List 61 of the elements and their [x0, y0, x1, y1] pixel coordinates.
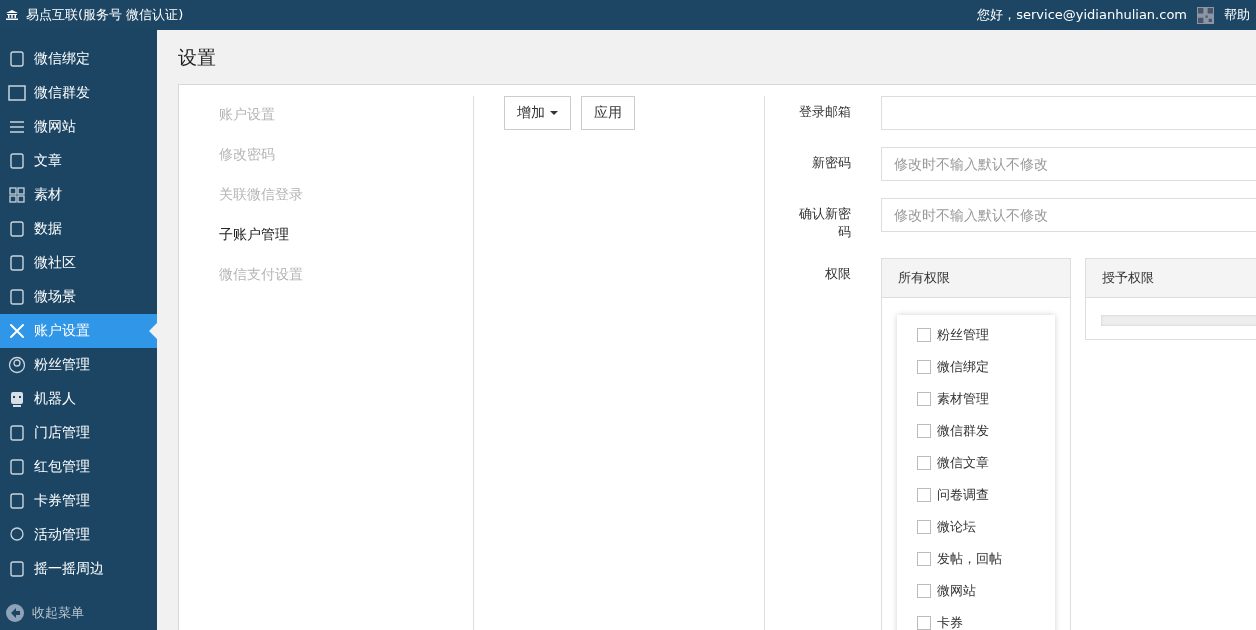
settings-nav-item[interactable]: 子账户管理 [219, 216, 473, 256]
field-label: 新密码 [811, 154, 851, 172]
checkbox[interactable] [917, 488, 931, 502]
caret-icon [550, 111, 558, 115]
sidebar-item[interactable]: 微社区 [0, 246, 157, 280]
checkbox[interactable] [917, 616, 931, 630]
collapse-menu-button[interactable]: 收起菜单 [0, 596, 157, 630]
user-circle-icon [8, 356, 26, 374]
permission-option[interactable]: 微信绑定 [917, 351, 1035, 383]
greeting-text: 您好，service@yidianhulian.com [977, 6, 1187, 24]
qr-code-icon[interactable] [1197, 6, 1214, 24]
checkbox[interactable] [917, 392, 931, 406]
permission-option[interactable]: 微信群发 [917, 415, 1035, 447]
permission-option[interactable]: 微论坛 [917, 511, 1035, 543]
permission-option[interactable]: 素材管理 [917, 383, 1035, 415]
help-link[interactable]: 帮助 [1224, 6, 1250, 24]
building-icon [6, 10, 18, 20]
pointer-icon [149, 323, 157, 339]
permission-option[interactable]: 粉丝管理 [917, 319, 1035, 351]
field-label: 权限 [824, 265, 851, 283]
robot-icon [8, 390, 26, 408]
checkbox[interactable] [917, 584, 931, 598]
sidebar-item[interactable]: 数据 [0, 212, 157, 246]
permission-option[interactable]: 卡券 [917, 607, 1035, 630]
checkbox[interactable] [917, 360, 931, 374]
checkbox[interactable] [917, 552, 931, 566]
sidebar-item[interactable]: 微信绑定 [0, 42, 157, 76]
input-field[interactable]: 修改时不输入默认不修改 [881, 198, 1256, 232]
grid-icon [8, 186, 26, 204]
add-dropdown-button[interactable]: 增加 [504, 96, 571, 130]
sidebar-item[interactable]: 微信群发 [0, 76, 157, 110]
checkbox[interactable] [917, 520, 931, 534]
sidebar-item[interactable]: 摇一摇周边 [0, 552, 157, 586]
field-label: 确认新密码 [798, 205, 851, 241]
sidebar-item[interactable]: 微网站 [0, 110, 157, 144]
permission-option[interactable]: 发帖，回帖 [917, 543, 1035, 575]
apply-button[interactable]: 应用 [581, 96, 635, 130]
checkbox[interactable] [917, 456, 931, 470]
account-name: 易点互联(服务号 微信认证) [26, 6, 184, 24]
input-field[interactable] [881, 96, 1256, 130]
sidebar-item[interactable]: 卡券管理 [0, 484, 157, 518]
checkbox[interactable] [917, 328, 931, 342]
permission-option[interactable]: 问卷调查 [917, 479, 1035, 511]
sidebar-item[interactable]: 素材 [0, 178, 157, 212]
panel-header: 所有权限 [882, 259, 1070, 298]
sidebar-item[interactable]: 微场景 [0, 280, 157, 314]
square-icon [8, 84, 26, 102]
page-title: 设置 [178, 45, 217, 70]
sidebar-item[interactable]: 粉丝管理 [0, 348, 157, 382]
permission-option[interactable]: 微信文章 [917, 447, 1035, 479]
panel-header: 授予权限 [1086, 259, 1256, 298]
field-label: 登录邮箱 [798, 103, 851, 121]
sidebar-item[interactable]: 文章 [0, 144, 157, 178]
input-field[interactable]: 修改时不输入默认不修改 [881, 147, 1256, 181]
list-icon [8, 118, 26, 136]
permission-option[interactable]: 微网站 [917, 575, 1035, 607]
sidebar-item[interactable]: 门店管理 [0, 416, 157, 450]
sidebar-item[interactable]: 活动管理 [0, 518, 157, 552]
checkbox[interactable] [917, 424, 931, 438]
sidebar-item[interactable]: 红包管理 [0, 450, 157, 484]
sidebar-item[interactable]: 机器人 [0, 382, 157, 416]
